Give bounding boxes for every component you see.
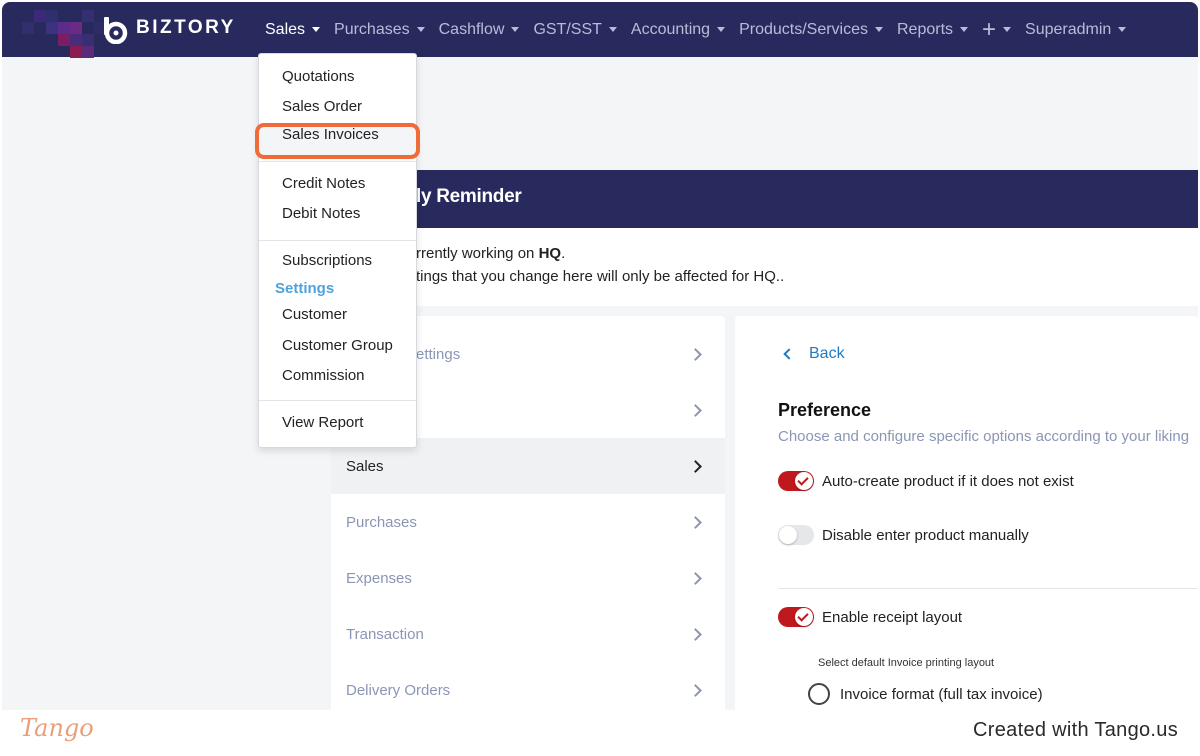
toggle-knob — [779, 526, 797, 544]
dropdown-item-sales-invoices[interactable]: Sales Invoices — [282, 126, 379, 143]
nav-cashflow-label: Cashflow — [438, 20, 505, 38]
chevron-down-icon — [416, 27, 425, 32]
nav-reports[interactable]: Reports — [897, 20, 969, 39]
dropdown-divider — [259, 161, 416, 162]
chevron-right-icon — [689, 683, 702, 697]
chevron-down-icon — [1003, 27, 1012, 32]
preference-subtitle: Choose and configure specific options ac… — [778, 428, 1190, 445]
settings-menu-label: Transaction — [346, 625, 424, 643]
toggle-knob — [795, 472, 813, 490]
main-nav: Sales Purchases Cashflow GST/SST Account… — [265, 2, 1140, 57]
nav-superadmin-label: Superadmin — [1025, 20, 1112, 38]
settings-menu-item-delivery-orders[interactable]: Delivery Orders — [331, 662, 725, 710]
app-window: BIZTORY Sales Purchases Cashflow GST/SST… — [2, 2, 1198, 710]
nav-sales-label: Sales — [265, 20, 306, 38]
chevron-down-icon — [511, 27, 520, 32]
chevron-right-icon — [689, 403, 702, 417]
chevron-left-icon — [783, 348, 795, 360]
nav-gst-sst-label: GST/SST — [533, 20, 602, 38]
preference-title: Preference — [778, 400, 872, 420]
top-navbar: BIZTORY Sales Purchases Cashflow GST/SST… — [2, 2, 1198, 58]
chevron-down-icon — [717, 27, 726, 32]
dropdown-item-customer-group[interactable]: Customer Group — [282, 337, 393, 354]
dropdown-item-customer[interactable]: Customer — [282, 306, 347, 323]
chevron-right-icon — [689, 347, 702, 361]
nav-purchases[interactable]: Purchases — [334, 21, 425, 39]
toggle-switch[interactable] — [778, 525, 814, 545]
radio-label: Invoice format (full tax invoice) — [840, 685, 1043, 703]
dropdown-item-quotations[interactable]: Quotations — [282, 68, 355, 85]
nav-superadmin[interactable]: Superadmin — [1025, 20, 1127, 39]
radio-button[interactable] — [808, 683, 830, 705]
chevron-down-icon — [608, 27, 617, 32]
tango-logo: Tango — [20, 714, 94, 742]
radio-invoice-format[interactable]: Invoice format (full tax invoice) — [808, 683, 1043, 705]
settings-menu-label: ettings — [416, 345, 461, 363]
reminder-line1-suffix: . — [561, 245, 566, 262]
reminder-line2: tings that you change here will only be … — [416, 268, 785, 285]
chevron-right-icon — [689, 459, 702, 473]
brand-pixel-pattern — [2, 2, 112, 58]
preference-panel — [735, 316, 1198, 710]
dropdown-item-credit-notes[interactable]: Credit Notes — [282, 175, 365, 192]
created-with-tango: Created with Tango.us — [973, 719, 1178, 741]
settings-menu-label: Delivery Orders — [346, 681, 451, 699]
chevron-down-icon — [875, 27, 883, 32]
chevron-down-icon — [960, 27, 969, 32]
dropdown-divider — [259, 400, 416, 401]
dropdown-item-view-report[interactable]: View Report — [282, 414, 363, 431]
dropdown-item-commission[interactable]: Commission — [282, 367, 365, 384]
nav-purchases-label: Purchases — [334, 20, 410, 38]
settings-menu-item-purchases[interactable]: Purchases — [331, 494, 725, 550]
reminder-line1: rrently working on HQ. — [416, 245, 565, 262]
reminder-body — [331, 228, 1198, 306]
check-icon — [797, 474, 809, 486]
reminder-title: ly Reminder — [416, 186, 522, 207]
toggle-label: Enable receipt layout — [822, 608, 963, 626]
chevron-down-icon — [312, 27, 321, 32]
layout-caption: Select default Invoice printing layout — [818, 657, 995, 669]
reminder-branch: HQ — [538, 245, 562, 262]
nav-add[interactable]: + — [982, 15, 1012, 43]
nav-products-services-label: Products/Services — [739, 20, 868, 38]
settings-menu-item-expenses[interactable]: Expenses — [331, 550, 725, 606]
toggle-knob — [795, 608, 813, 626]
biztory-logo-icon[interactable] — [102, 16, 130, 44]
dropdown-section-settings: Settings — [275, 280, 335, 297]
dropdown-item-debit-notes[interactable]: Debit Notes — [282, 205, 360, 222]
dropdown-item-subscriptions[interactable]: Subscriptions — [282, 252, 372, 269]
divider — [778, 588, 1198, 589]
toggle-disable-enter-product[interactable]: Disable enter product manually — [778, 525, 1029, 545]
settings-menu-item-transaction[interactable]: Transaction — [331, 606, 725, 662]
chevron-right-icon — [689, 515, 702, 529]
toggle-enable-receipt-layout[interactable]: Enable receipt layout — [778, 607, 962, 627]
settings-menu-label: Expenses — [346, 569, 412, 587]
toggle-switch[interactable] — [778, 471, 814, 491]
dropdown-divider — [259, 240, 416, 241]
nav-gst-sst[interactable]: GST/SST — [533, 20, 617, 39]
toggle-label: Auto-create product if it does not exist — [822, 472, 1074, 490]
chevron-right-icon — [689, 571, 702, 585]
chevron-right-icon — [689, 627, 702, 641]
toggle-label: Disable enter product manually — [822, 526, 1029, 544]
plus-icon: + — [982, 15, 997, 43]
nav-products-services[interactable]: Products/Services — [739, 21, 883, 39]
check-icon — [797, 610, 809, 622]
reminder-line1-prefix: rrently working on — [416, 245, 539, 262]
back-button[interactable]: Back — [783, 345, 845, 363]
back-label: Back — [809, 345, 845, 362]
settings-menu-label: Purchases — [346, 513, 417, 531]
nav-accounting[interactable]: Accounting — [630, 20, 726, 39]
nav-sales[interactable]: Sales — [265, 20, 321, 39]
sales-dropdown-menu: Quotations Sales Order Credit Notes Debi… — [258, 53, 417, 448]
nav-accounting-label: Accounting — [630, 20, 711, 38]
toggle-auto-create-product[interactable]: Auto-create product if it does not exist — [778, 471, 1074, 491]
nav-cashflow[interactable]: Cashflow — [439, 21, 520, 39]
settings-menu-label: Sales — [346, 457, 384, 475]
toggle-switch[interactable] — [778, 607, 814, 627]
nav-reports-label: Reports — [897, 20, 954, 38]
dropdown-item-sales-order[interactable]: Sales Order — [282, 98, 362, 115]
chevron-down-icon — [1118, 27, 1127, 32]
brand-name[interactable]: BIZTORY — [136, 17, 236, 39]
